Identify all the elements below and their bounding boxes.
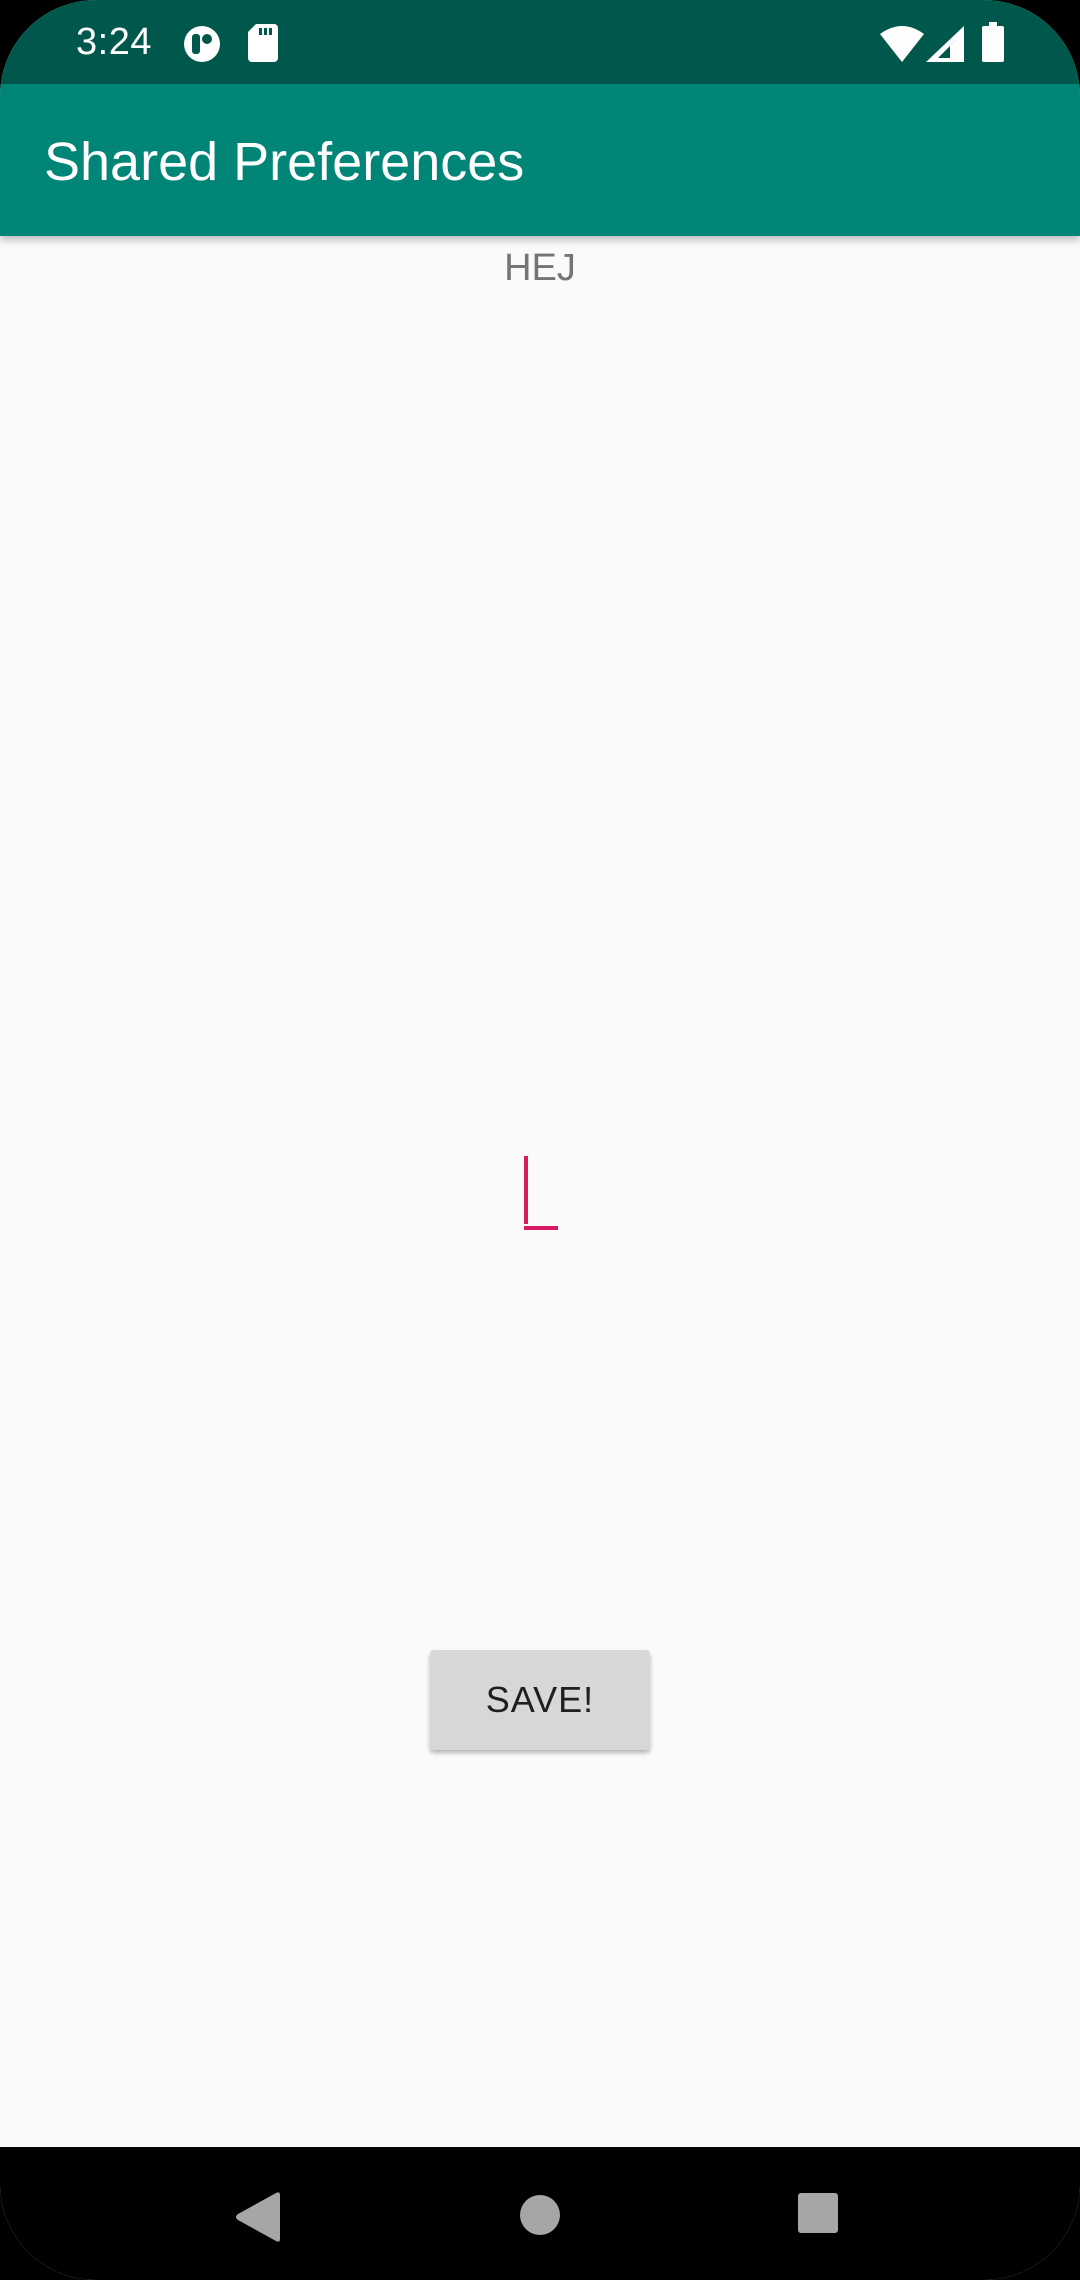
text-cursor — [524, 1156, 528, 1224]
navigation-bar — [0, 2147, 1080, 2280]
recents-icon[interactable] — [796, 2191, 840, 2235]
input-underline — [524, 1226, 558, 1230]
screen: 3:24 Shared Preferences HEJ SAVE! — [0, 0, 1080, 2280]
sd-card-icon — [248, 24, 278, 62]
main-content: HEJ SAVE! — [0, 236, 1080, 2147]
battery-icon — [982, 22, 1004, 62]
save-button[interactable]: SAVE! — [430, 1650, 650, 1750]
back-icon[interactable] — [228, 2187, 288, 2247]
text-input-field[interactable] — [510, 1146, 570, 1234]
app-notification-icon — [184, 26, 220, 62]
home-icon[interactable] — [516, 2191, 564, 2239]
status-time: 3:24 — [76, 21, 152, 63]
status-bar: 3:24 — [0, 0, 1080, 84]
app-title: Shared Preferences — [44, 132, 525, 192]
wifi-icon — [880, 26, 924, 62]
app-bar: Shared Preferences — [0, 84, 1080, 236]
hej-label: HEJ — [504, 247, 576, 289]
signal-icon — [926, 26, 964, 62]
